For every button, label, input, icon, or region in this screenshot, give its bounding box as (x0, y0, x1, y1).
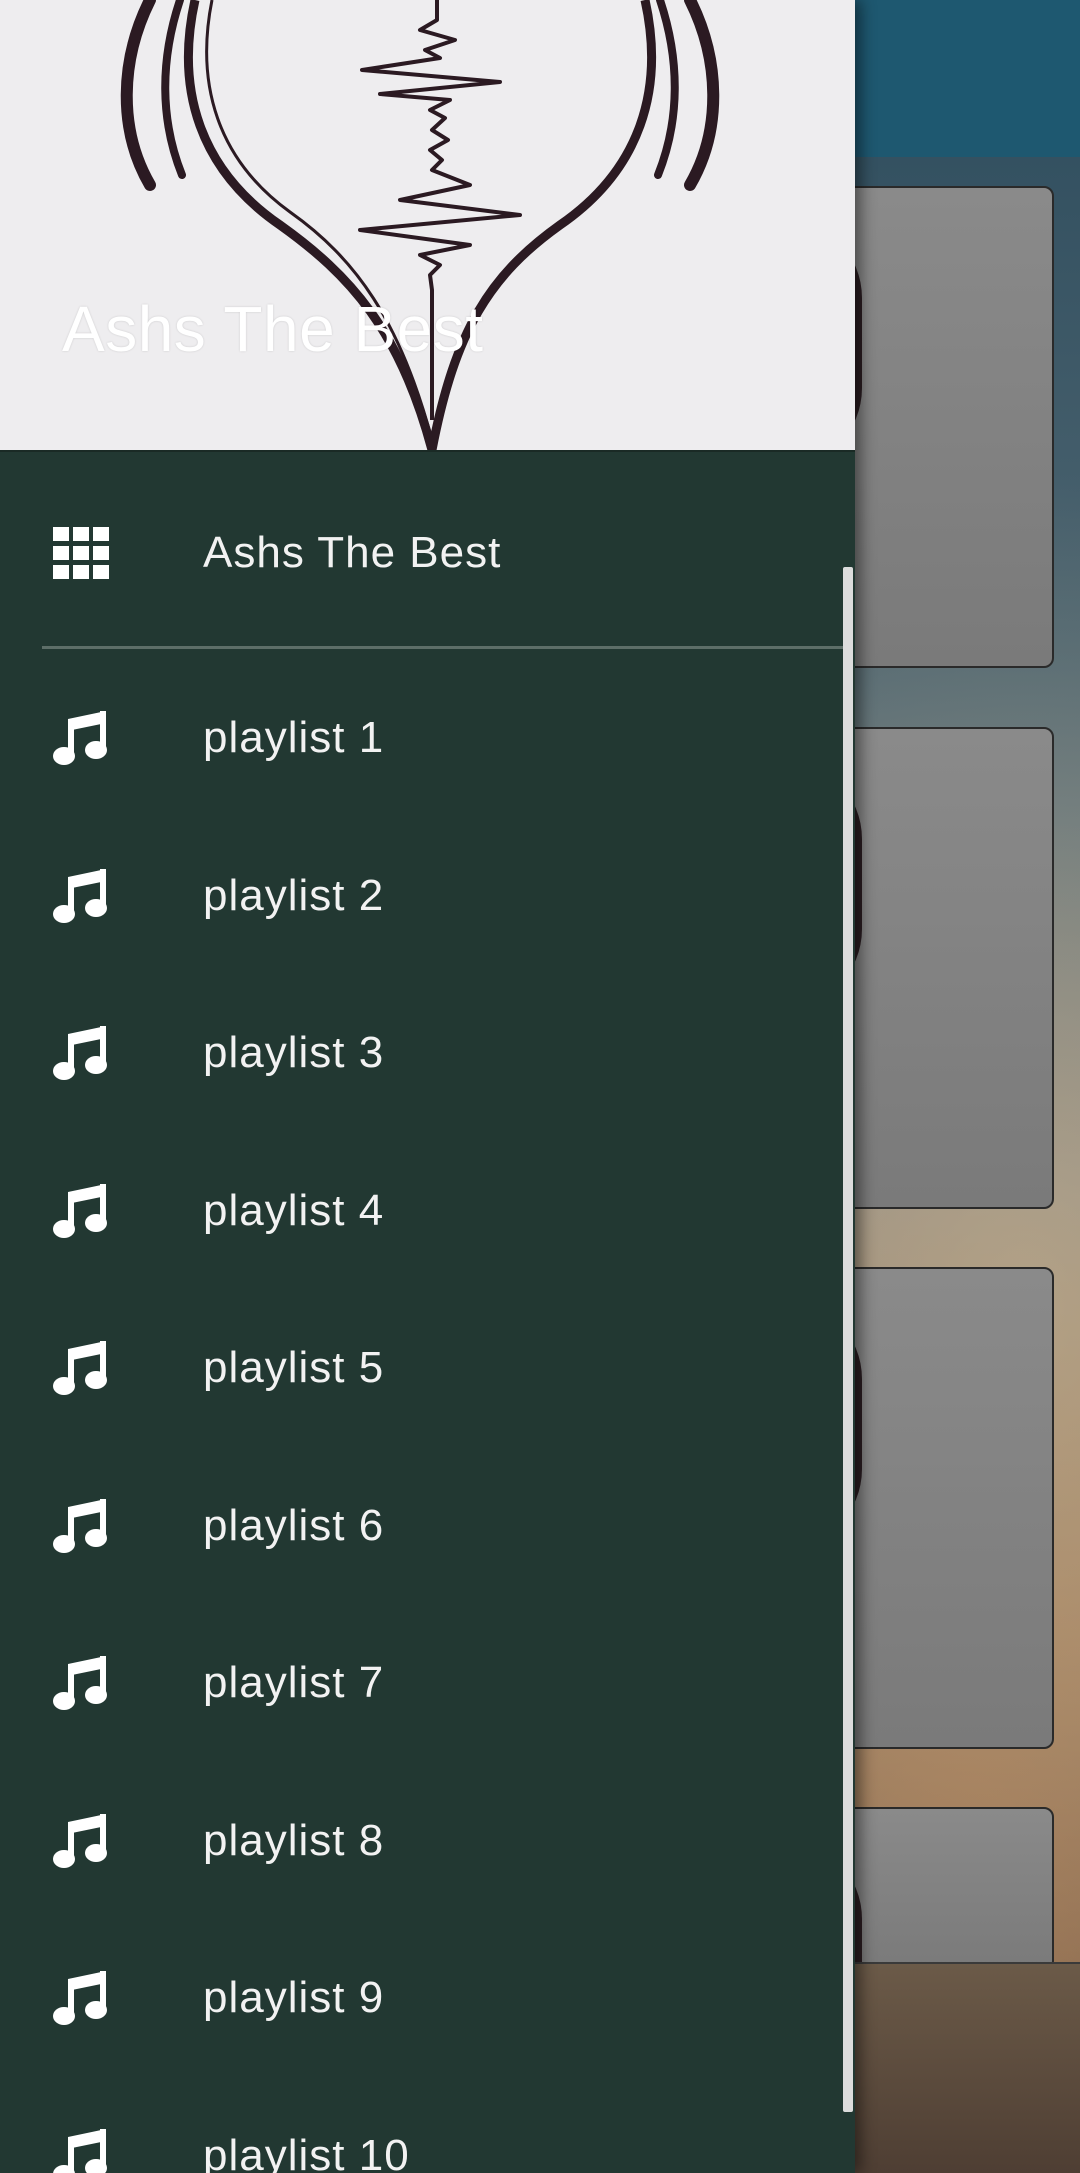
drawer-header: Ashs The Best (0, 0, 855, 450)
drawer-scrollbar[interactable] (843, 567, 853, 2112)
music-note-icon (50, 707, 112, 769)
menu-item-playlist[interactable]: playlist 6 (0, 1451, 843, 1601)
music-note-icon (50, 2125, 112, 2173)
menu-item-playlist[interactable]: playlist 8 (0, 1766, 843, 1916)
menu-item-home[interactable]: Ashs The Best (0, 478, 843, 628)
menu-item-playlist[interactable]: playlist 7 (0, 1608, 843, 1758)
music-note-icon (50, 1495, 112, 1557)
menu-item-playlist[interactable]: playlist 2 (0, 821, 843, 971)
menu-item-playlist[interactable]: playlist 5 (0, 1293, 843, 1443)
drawer-header-title: Ashs The Best (62, 293, 484, 365)
menu-item-label: playlist 3 (203, 1028, 385, 1077)
music-note-icon (50, 1180, 112, 1242)
menu-item-label: playlist 2 (203, 870, 385, 920)
menu-item-playlist[interactable]: playlist 10 (0, 2081, 843, 2173)
screen: Ashs The Best Ashs The Best playlist 1 pl… (0, 0, 1080, 2173)
music-note-icon (50, 1337, 112, 1399)
menu-item-label: playlist 9 (203, 1973, 385, 2022)
music-note-icon (50, 1967, 112, 2029)
apps-grid-icon (50, 522, 112, 584)
menu-item-label: playlist 10 (203, 2130, 410, 2173)
menu-item-playlist[interactable]: playlist 9 (0, 1923, 843, 2073)
menu-item-label: playlist 1 (203, 713, 385, 762)
menu-item-playlist[interactable]: playlist 4 (0, 1136, 843, 1286)
menu-item-label: playlist 7 (203, 1658, 385, 1707)
menu-item-playlist[interactable]: playlist 3 (0, 978, 843, 1128)
music-note-icon (50, 1022, 112, 1084)
menu-item-label: playlist 8 (203, 1815, 385, 1865)
heart-headphones-artwork (120, 0, 720, 450)
menu-item-label: playlist 5 (203, 1343, 385, 1392)
divider (0, 450, 855, 452)
menu-item-label: Ashs The Best (203, 528, 502, 577)
music-note-icon (50, 1652, 112, 1714)
menu-item-playlist[interactable]: playlist 1 (0, 663, 843, 813)
menu-item-label: playlist 4 (203, 1185, 385, 1235)
menu-divider (42, 646, 843, 649)
music-note-icon (50, 1810, 112, 1872)
music-note-icon (50, 865, 112, 927)
navigation-drawer: Ashs The Best Ashs The Best playlist 1 pl… (0, 0, 855, 2173)
menu-item-label: playlist 6 (203, 1500, 385, 1550)
